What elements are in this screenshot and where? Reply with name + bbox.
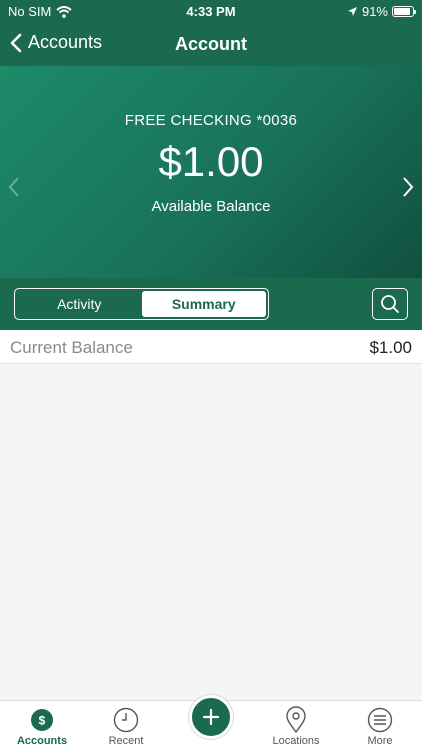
summary-row: Current Balance $1.00: [0, 330, 422, 364]
tab-more-label: More: [367, 735, 393, 747]
svg-text:$: $: [39, 714, 46, 728]
tab-recent[interactable]: Recent: [84, 705, 168, 747]
tab-more[interactable]: More: [338, 705, 422, 747]
accounts-icon: $: [31, 709, 53, 731]
available-balance: $1.00: [158, 138, 264, 185]
add-button[interactable]: [189, 695, 233, 739]
battery-percent: 91%: [361, 4, 388, 19]
tab-summary[interactable]: Summary: [141, 291, 266, 317]
nav-bar: Accounts Account: [0, 24, 422, 66]
page-title: Account: [175, 34, 247, 54]
tab-locations[interactable]: Locations: [254, 705, 338, 747]
tab-activity[interactable]: Activity: [17, 291, 142, 317]
map-pin-icon: [286, 706, 306, 734]
current-balance-label: Current Balance: [10, 338, 133, 357]
account-card: FREE CHECKING *0036 $1.00 Available Bala…: [0, 66, 422, 278]
clock-icon: [113, 707, 139, 733]
current-balance-value: $1.00: [369, 338, 412, 357]
header: No SIM 4:33 PM 91% Accounts Account: [0, 0, 422, 66]
chevron-right-icon[interactable]: [402, 176, 414, 198]
segment-bar: Activity Summary: [0, 278, 422, 330]
status-right: 91%: [347, 4, 416, 19]
tab-recent-label: Recent: [108, 735, 144, 747]
tab-locations-label: Locations: [272, 735, 320, 747]
battery-icon: [392, 6, 416, 17]
battery-fill: [394, 8, 411, 15]
tab-accounts-label: Accounts: [16, 735, 68, 747]
account-name: FREE CHECKING *0036: [124, 112, 298, 129]
plus-icon: [202, 708, 220, 726]
status-bar: No SIM 4:33 PM 91%: [0, 0, 422, 24]
search-button[interactable]: [372, 288, 408, 320]
balance-label: Available Balance: [151, 198, 271, 215]
location-arrow-icon: [347, 7, 357, 16]
segmented-control: Activity Summary: [14, 288, 269, 320]
tab-accounts[interactable]: $ Accounts: [0, 705, 84, 747]
search-icon: [381, 295, 399, 313]
menu-icon: [367, 707, 393, 733]
